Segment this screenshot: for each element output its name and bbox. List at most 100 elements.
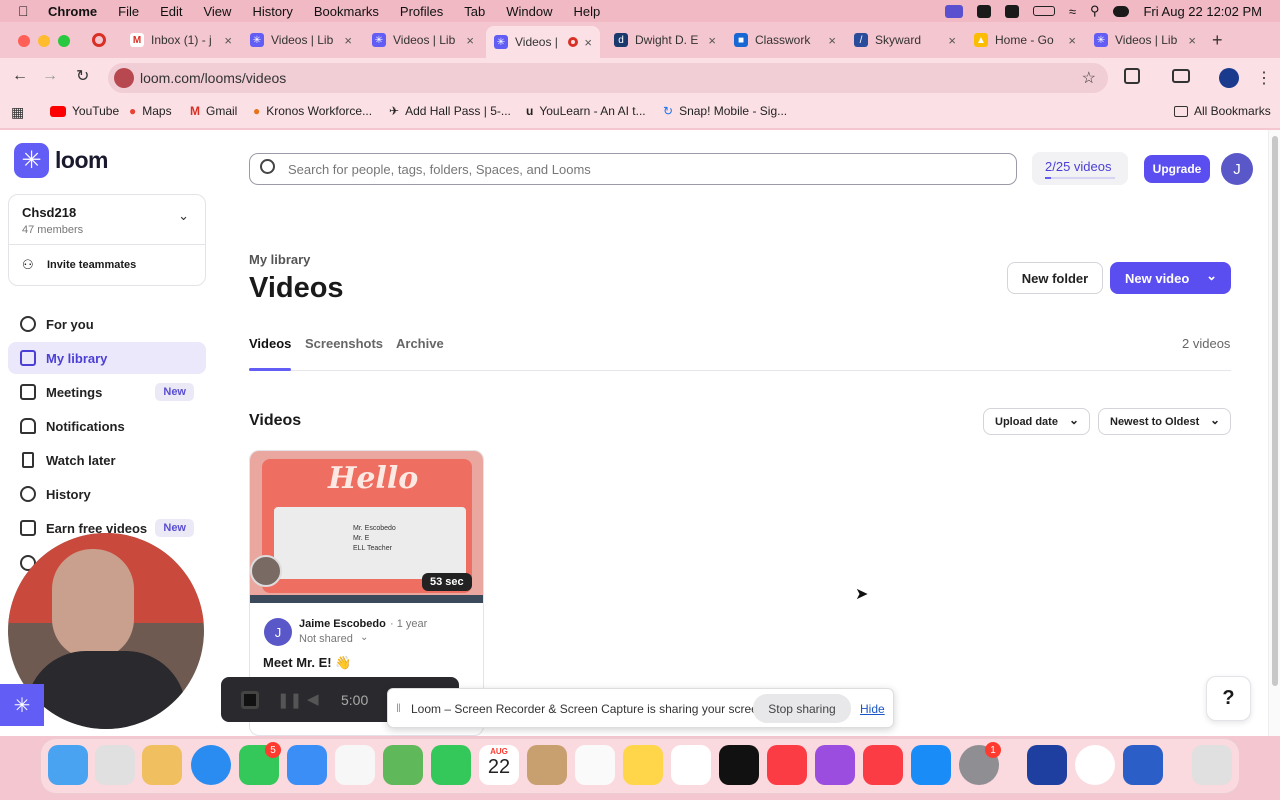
breadcrumb[interactable]: My library: [249, 252, 310, 267]
extensions-icon[interactable]: [1124, 68, 1140, 84]
menu-history[interactable]: History: [252, 4, 292, 19]
tab-classwork[interactable]: ■ Classwork ×: [734, 29, 836, 51]
menu-window[interactable]: Window: [506, 4, 552, 19]
trash-icon[interactable]: [1192, 745, 1232, 785]
pause-icon[interactable]: ❚❚: [277, 691, 302, 709]
bookmark-star-icon[interactable]: ☆: [1082, 68, 1096, 88]
tab-videos-2[interactable]: ✳ Videos | Lib ×: [372, 29, 474, 51]
zoom-window-icon[interactable]: [58, 35, 70, 47]
close-tab-icon[interactable]: ×: [828, 33, 836, 48]
tab-archive[interactable]: Archive: [396, 336, 444, 351]
launchpad-icon[interactable]: [142, 745, 182, 785]
tab-screenshots[interactable]: Screenshots: [305, 336, 383, 351]
video-title[interactable]: Meet Mr. E! 👋: [263, 655, 351, 671]
menu-app-chrome[interactable]: Chrome: [48, 4, 97, 19]
menu-bookmarks[interactable]: Bookmarks: [314, 4, 379, 19]
apple-icon[interactable]: : [18, 3, 34, 19]
menu-profiles[interactable]: Profiles: [400, 4, 443, 19]
bookmark-youtube[interactable]: YouTube: [50, 104, 119, 118]
menu-file[interactable]: File: [118, 4, 139, 19]
maps-icon[interactable]: [383, 745, 423, 785]
stop-recording-icon[interactable]: [241, 691, 259, 709]
chrome-icon[interactable]: [1075, 745, 1115, 785]
nav-meetings[interactable]: Meetings New: [8, 376, 206, 408]
more-menu-icon[interactable]: ⋮: [1256, 68, 1272, 88]
address-bar[interactable]: loom.com/looms/videos ☆: [108, 63, 1108, 93]
forward-icon[interactable]: →: [42, 67, 58, 85]
close-tab-icon[interactable]: ×: [344, 33, 352, 48]
menu-tab[interactable]: Tab: [464, 4, 485, 19]
reminders-icon[interactable]: [575, 745, 615, 785]
close-tab-icon[interactable]: ×: [1068, 33, 1076, 48]
bookmark-snap-mobile[interactable]: ↻ Snap! Mobile - Sig...: [663, 104, 787, 118]
user-avatar[interactable]: J: [1221, 153, 1253, 185]
freeform-icon[interactable]: [671, 745, 711, 785]
apple-tv-icon[interactable]: [719, 745, 759, 785]
tab-videos-3[interactable]: ✳ Videos | Lib ×: [1094, 29, 1196, 51]
safari-icon[interactable]: [191, 745, 231, 785]
upgrade-button[interactable]: Upgrade: [1144, 155, 1210, 183]
search-input[interactable]: Search for people, tags, folders, Spaces…: [249, 153, 1017, 185]
help-button[interactable]: ?: [1206, 676, 1251, 721]
close-tab-icon[interactable]: ×: [224, 33, 232, 48]
clock[interactable]: Fri Aug 22 12:02 PM: [1143, 4, 1262, 19]
close-tab-icon[interactable]: ×: [1188, 33, 1196, 48]
loom-recorder-icon[interactable]: ✳: [0, 684, 44, 726]
workspace-switcher[interactable]: Chsd218 47 members ⌄: [9, 195, 205, 245]
close-tab-icon[interactable]: ×: [948, 33, 956, 48]
close-tab-icon[interactable]: ×: [466, 33, 474, 48]
close-tab-icon[interactable]: ×: [708, 33, 716, 48]
minimize-window-icon[interactable]: [38, 35, 50, 47]
bookmark-youlearn[interactable]: u YouLearn - An AI t...: [526, 104, 646, 118]
record-icon[interactable]: [92, 33, 106, 47]
status-icon[interactable]: [1004, 4, 1019, 18]
menu-help[interactable]: Help: [574, 4, 601, 19]
apps-grid-icon[interactable]: ▦: [11, 104, 25, 120]
url-text[interactable]: loom.com/looms/videos: [140, 70, 286, 86]
spotlight-icon[interactable]: ⚲: [1090, 3, 1100, 19]
site-info-icon[interactable]: [114, 68, 134, 88]
invite-teammates-button[interactable]: ⚇ Invite teammates: [9, 245, 205, 285]
nav-history[interactable]: History: [8, 478, 206, 510]
photos-icon[interactable]: [335, 745, 375, 785]
menu-view[interactable]: View: [203, 4, 231, 19]
battery-icon[interactable]: [1032, 6, 1055, 16]
sort-field-dropdown[interactable]: Upload date ⌄: [983, 408, 1090, 435]
finder-icon[interactable]: [48, 745, 88, 785]
music-icon[interactable]: [767, 745, 807, 785]
all-bookmarks[interactable]: All Bookmarks: [1174, 104, 1271, 118]
new-video-button[interactable]: New video ⌄: [1110, 262, 1231, 294]
screen-share-icon[interactable]: [944, 4, 963, 18]
wifi-icon[interactable]: ≈: [1069, 4, 1076, 19]
menu-edit[interactable]: Edit: [160, 4, 182, 19]
mail-icon[interactable]: [287, 745, 327, 785]
author-name[interactable]: Jaime Escobedo: [299, 618, 386, 630]
notes-icon[interactable]: [623, 745, 663, 785]
back-icon[interactable]: ←: [12, 67, 28, 85]
contacts-icon[interactable]: [527, 745, 567, 785]
control-center-icon[interactable]: [1113, 5, 1130, 17]
facetime-icon[interactable]: [431, 745, 471, 785]
video-quota[interactable]: 2/25 videos: [1032, 152, 1128, 185]
mute-icon[interactable]: ◀: [307, 690, 319, 708]
tab-videos-1[interactable]: ✳ Videos | Lib ×: [250, 29, 352, 51]
word-icon[interactable]: [1123, 745, 1163, 785]
nav-notifications[interactable]: Notifications: [8, 410, 206, 442]
nav-my-library[interactable]: My library: [8, 342, 206, 374]
new-tab-icon[interactable]: +: [1212, 30, 1223, 51]
nav-for-you[interactable]: For you: [8, 308, 206, 340]
scrollbar-thumb[interactable]: [1272, 136, 1278, 686]
loom-logo[interactable]: ✳ loom: [14, 143, 108, 178]
tab-inbox[interactable]: M Inbox (1) - j ×: [130, 29, 232, 51]
bookmark-gmail[interactable]: M Gmail: [190, 104, 237, 118]
tab-home[interactable]: ▲ Home - Go ×: [974, 29, 1076, 51]
webex-icon[interactable]: [1027, 745, 1067, 785]
close-tab-icon[interactable]: ×: [584, 35, 592, 50]
new-folder-button[interactable]: New folder: [1007, 262, 1103, 294]
tab-skyward[interactable]: / Skyward ×: [854, 29, 956, 51]
sharing-status[interactable]: Not shared: [299, 633, 353, 645]
app-store-icon[interactable]: [911, 745, 951, 785]
close-window-icon[interactable]: [18, 35, 30, 47]
tab-dwight[interactable]: d Dwight D. E ×: [614, 29, 716, 51]
status-icon[interactable]: [976, 4, 991, 18]
